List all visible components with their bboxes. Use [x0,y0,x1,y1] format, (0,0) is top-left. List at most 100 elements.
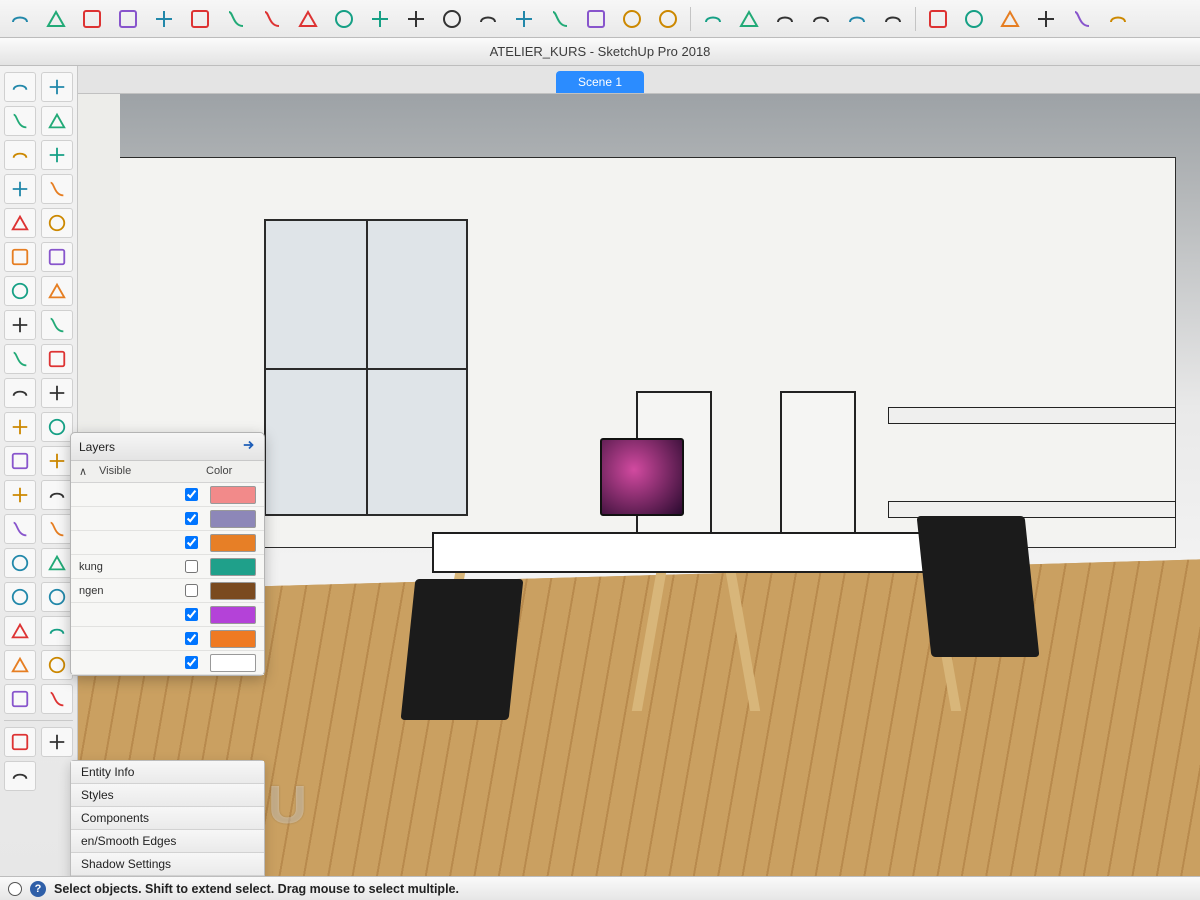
text-label-icon[interactable] [222,5,250,33]
3dtext-icon[interactable] [258,5,286,33]
stack2-icon[interactable] [582,5,610,33]
layers-panel[interactable]: Layers ∧ Visible Color kungngen [70,432,265,676]
followme2-icon[interactable] [41,480,73,510]
orbit-icon[interactable] [4,684,36,714]
followme-icon[interactable] [402,5,430,33]
rotate-icon[interactable] [4,412,36,442]
layers-b-icon[interactable] [960,5,988,33]
arc1-icon[interactable] [4,276,36,306]
3dtext2-icon[interactable] [41,548,73,578]
layer-visible-checkbox[interactable] [185,560,198,573]
pie-icon[interactable] [41,310,73,340]
circle-icon[interactable] [4,242,36,272]
scene-tab-1[interactable]: Scene 1 [556,71,644,93]
pushpull2-icon[interactable] [4,480,36,510]
layer-visible-checkbox[interactable] [185,632,198,645]
status-help-icon[interactable]: ? [30,881,46,897]
layer-visible-checkbox[interactable] [185,584,198,597]
move2-icon[interactable] [41,378,73,408]
walk2-icon[interactable] [41,727,73,757]
box-color-icon[interactable] [879,5,907,33]
snake-icon[interactable] [41,174,73,204]
box-texture-icon[interactable] [807,5,835,33]
tape-icon[interactable] [4,514,36,544]
layer-visible-checkbox[interactable] [185,608,198,621]
undo-icon[interactable] [4,344,36,374]
move-arrows-icon[interactable] [294,5,322,33]
box-shaded-icon[interactable] [771,5,799,33]
layer-row[interactable] [71,507,264,531]
layer-row[interactable]: ngen [71,579,264,603]
layers-column-headers[interactable]: ∧ Visible Color [71,461,264,483]
tray-section[interactable]: Shadow Settings [71,853,264,876]
polygon-icon[interactable] [41,242,73,272]
layer-row[interactable] [71,483,264,507]
layers-f-icon[interactable] [1104,5,1132,33]
layer-row[interactable] [71,651,264,675]
paint-icon[interactable] [4,616,36,646]
layers-col-visible[interactable]: Visible [99,465,206,478]
layer-visible-checkbox[interactable] [185,536,198,549]
layer-visible-checkbox[interactable] [185,488,198,501]
stack-red-icon[interactable] [546,5,574,33]
layers-c-icon[interactable] [996,5,1024,33]
component-icon[interactable] [41,72,73,102]
zoomext-icon[interactable] [41,684,73,714]
rect2-icon[interactable] [4,208,36,238]
layer-row[interactable] [71,531,264,555]
arc3-icon[interactable] [4,310,36,340]
move-icon[interactable] [4,378,36,408]
layer-color-swatch[interactable] [210,510,256,528]
line-icon[interactable] [4,106,36,136]
layer-color-swatch[interactable] [210,558,256,576]
dimension-icon[interactable] [186,5,214,33]
info-icon[interactable] [4,727,36,757]
layer-color-swatch[interactable] [210,654,256,672]
axes2-icon[interactable] [41,582,73,612]
layer-color-swatch[interactable] [210,534,256,552]
layer-row[interactable]: kung [71,555,264,579]
tray-section[interactable]: en/Smooth Edges [71,830,264,853]
rectangle-icon[interactable] [41,140,73,170]
redo-icon[interactable] [41,344,73,374]
arc-red-icon[interactable] [78,5,106,33]
box-mono-icon[interactable] [843,5,871,33]
scale-icon[interactable] [4,446,36,476]
status-record-icon[interactable] [8,882,22,896]
target-icon[interactable] [4,761,36,791]
section-icon[interactable] [4,582,36,612]
layer-color-swatch[interactable] [210,606,256,624]
rotrect-icon[interactable] [41,208,73,238]
hand-icon[interactable] [41,616,73,646]
layer-visible-checkbox[interactable] [185,656,198,669]
layers-col-expand[interactable]: ∧ [79,465,99,478]
tray-section[interactable]: Entity Info [71,761,264,784]
pointer-icon[interactable] [4,72,36,102]
layers-a-icon[interactable] [924,5,952,33]
protractor-icon[interactable] [114,5,142,33]
pencil-icon[interactable] [4,174,36,204]
layer-row[interactable] [71,603,264,627]
zoom-icon[interactable] [41,650,73,680]
select-rect-icon[interactable] [6,5,34,33]
layer-visible-checkbox[interactable] [185,512,198,525]
tray-section[interactable]: Styles [71,784,264,807]
layers-panel-header[interactable]: Layers [71,433,264,461]
layer-color-swatch[interactable] [210,582,256,600]
dim-icon[interactable] [41,514,73,544]
eraser-icon[interactable] [41,106,73,136]
black-square-icon[interactable] [654,5,682,33]
arc2-icon[interactable] [41,276,73,306]
layer-row[interactable] [71,627,264,651]
offset-icon[interactable] [41,446,73,476]
layers-e-icon[interactable] [1068,5,1096,33]
box-hidden-icon[interactable] [735,5,763,33]
freehand-icon[interactable] [4,140,36,170]
axes-icon[interactable] [150,5,178,33]
tray-section[interactable]: Components [71,807,264,830]
rotate2-icon[interactable] [41,412,73,442]
rotate-red-icon[interactable] [330,5,358,33]
eye-icon[interactable] [438,5,466,33]
layers-d-icon[interactable] [1032,5,1060,33]
eyedrop-icon[interactable] [4,650,36,680]
